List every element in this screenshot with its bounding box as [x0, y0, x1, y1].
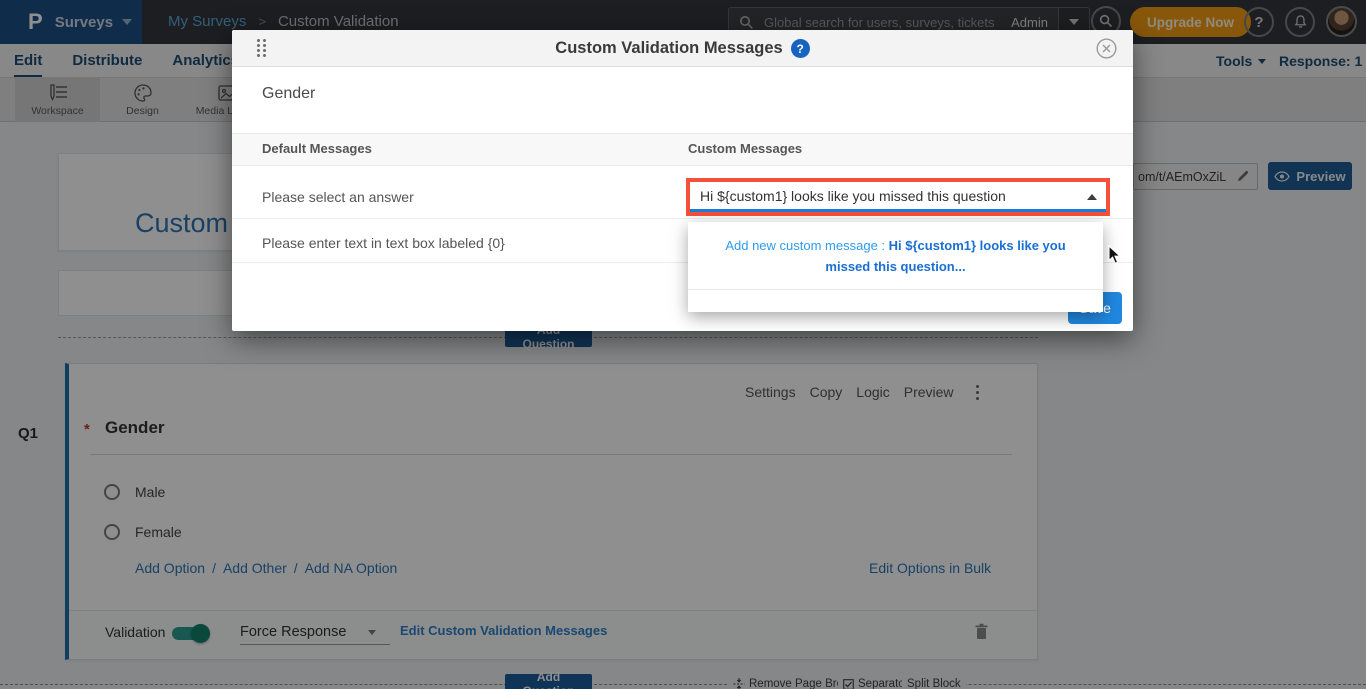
- column-default-messages: Default Messages: [262, 141, 372, 156]
- modal-title: Custom Validation Messages: [555, 39, 782, 58]
- modal-help-icon[interactable]: ?: [791, 39, 810, 58]
- close-icon[interactable]: [1096, 38, 1117, 59]
- app-page: P Surveys My Surveys > Custom Validation…: [0, 0, 1366, 689]
- default-message-cell: Please enter text in text box labeled {0…: [262, 235, 505, 251]
- custom-message-dropdown-panel: Add new custom message : Hi ${custom1} l…: [688, 222, 1103, 312]
- add-new-custom-message-prefix: Add new custom message :: [725, 238, 888, 253]
- add-new-custom-message-option[interactable]: Add new custom message : Hi ${custom1} l…: [688, 222, 1103, 289]
- default-message-cell: Please select an answer: [262, 189, 414, 205]
- dropdown-empty-row[interactable]: [688, 289, 1103, 312]
- modal-question-title: Gender: [262, 85, 315, 103]
- column-custom-messages: Custom Messages: [688, 141, 802, 156]
- modal-title-row: Custom Validation Messages ?: [232, 30, 1133, 67]
- chevron-up-icon: [1087, 194, 1097, 200]
- custom-message-select-highlighted[interactable]: Hi ${custom1} looks like you missed this…: [686, 178, 1110, 216]
- mouse-cursor: [1108, 245, 1124, 265]
- custom-message-select-value: Hi ${custom1} looks like you missed this…: [690, 182, 1106, 212]
